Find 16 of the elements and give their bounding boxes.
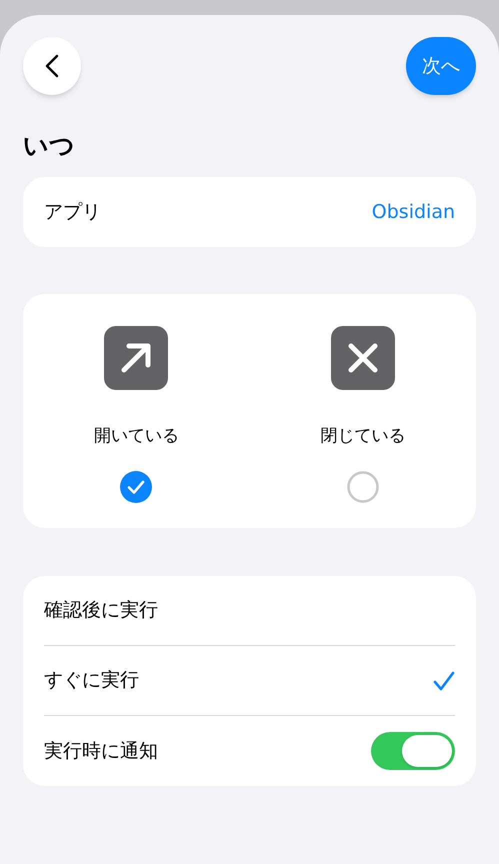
selected-radio[interactable] (120, 470, 152, 502)
page-title: いつ (23, 133, 76, 158)
option-label[interactable]: 確認後に実行 (44, 596, 158, 625)
app-value: Obsidian (372, 200, 455, 225)
row-label: アプリ (44, 200, 101, 225)
option-label[interactable]: 実行時に通知 (44, 736, 158, 766)
option-label[interactable]: すぐに実行 (44, 666, 139, 695)
back-icon (45, 54, 59, 78)
next-button[interactable]: 次へ (406, 37, 476, 95)
app-row[interactable]: アプリ Obsidian (23, 177, 476, 247)
radio-button[interactable] (346, 470, 379, 502)
close-icon (330, 326, 395, 390)
trigger-label: 閉じている (320, 425, 406, 448)
trigger-label: 開いている (94, 425, 179, 448)
back-button[interactable] (23, 37, 81, 95)
toggle-switch[interactable] (371, 732, 455, 770)
